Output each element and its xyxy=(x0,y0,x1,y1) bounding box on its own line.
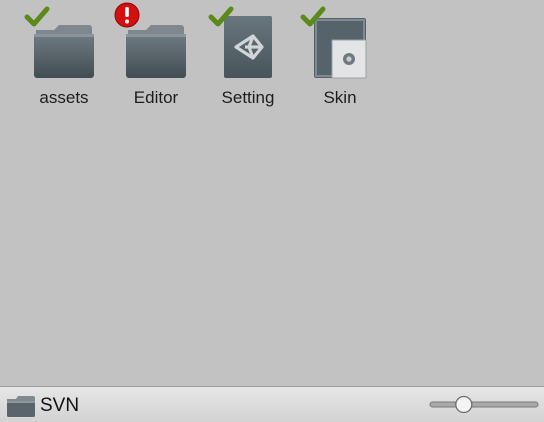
asset-label: Editor xyxy=(133,88,179,107)
check-icon xyxy=(24,6,50,27)
asset-item-assets[interactable]: assets xyxy=(24,6,104,110)
folder-icon xyxy=(7,396,35,417)
asset-grid: assets Editor Setting Skin xyxy=(0,0,544,386)
check-icon xyxy=(300,6,326,27)
error-icon xyxy=(114,2,140,28)
status-bar: SVN xyxy=(0,386,544,422)
path-label: SVN xyxy=(40,395,80,416)
zoom-slider[interactable] xyxy=(428,393,540,417)
asset-label: Setting xyxy=(221,88,275,107)
asset-label: assets xyxy=(39,88,89,107)
asset-item-editor[interactable]: Editor xyxy=(114,2,196,110)
asset-item-skin[interactable]: Skin xyxy=(300,6,380,110)
check-icon xyxy=(208,6,234,27)
asset-item-setting[interactable]: Setting xyxy=(208,6,288,110)
slider-thumb[interactable] xyxy=(455,395,473,414)
asset-label: Skin xyxy=(323,88,357,107)
